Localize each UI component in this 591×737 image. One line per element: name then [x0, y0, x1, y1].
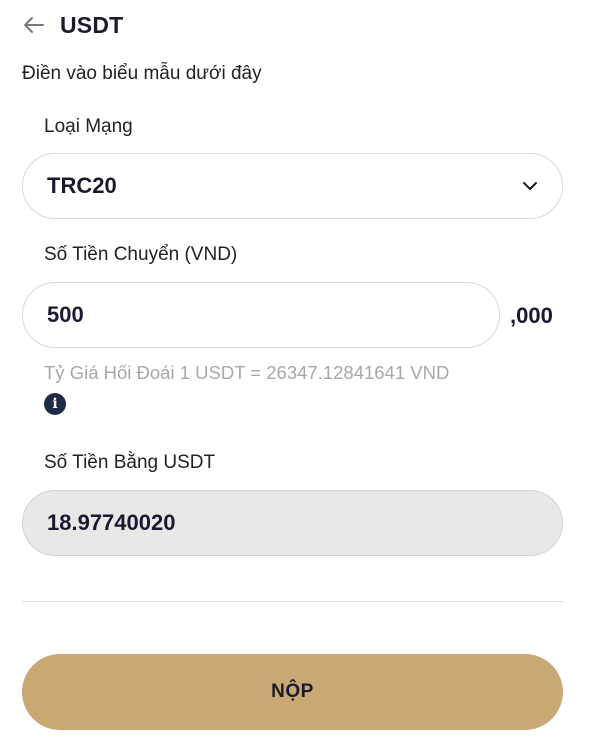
usdt-amount-field: 18.97740020	[22, 490, 563, 556]
amount-input[interactable]	[47, 302, 477, 328]
divider	[22, 601, 563, 602]
arrow-left-icon[interactable]	[22, 13, 46, 37]
amount-label: Số Tiền Chuyển (VND)	[44, 244, 238, 265]
chevron-down-icon[interactable]	[520, 176, 540, 196]
network-select[interactable]: TRC20	[22, 153, 563, 219]
amount-suffix: ,000	[510, 303, 553, 328]
network-selected-value: TRC20	[47, 173, 117, 198]
submit-button[interactable]: NỘP	[22, 654, 563, 730]
page-title: USDT	[60, 11, 124, 38]
header: USDT	[22, 8, 123, 42]
usdt-amount-label: Số Tiền Bằng USDT	[44, 452, 216, 473]
deposit-form-page: USDT Điền vào biểu mẫu dưới đây Loại Mạn…	[0, 0, 591, 737]
network-label: Loại Mạng	[44, 116, 133, 137]
form-subtitle: Điền vào biểu mẫu dưới đây	[22, 63, 262, 84]
amount-field[interactable]	[22, 282, 500, 348]
info-icon[interactable]: i	[44, 393, 66, 415]
usdt-amount-value: 18.97740020	[47, 510, 176, 535]
exchange-rate-text: Tỷ Giá Hối Đoái 1 USDT = 26347.12841641 …	[44, 362, 450, 383]
